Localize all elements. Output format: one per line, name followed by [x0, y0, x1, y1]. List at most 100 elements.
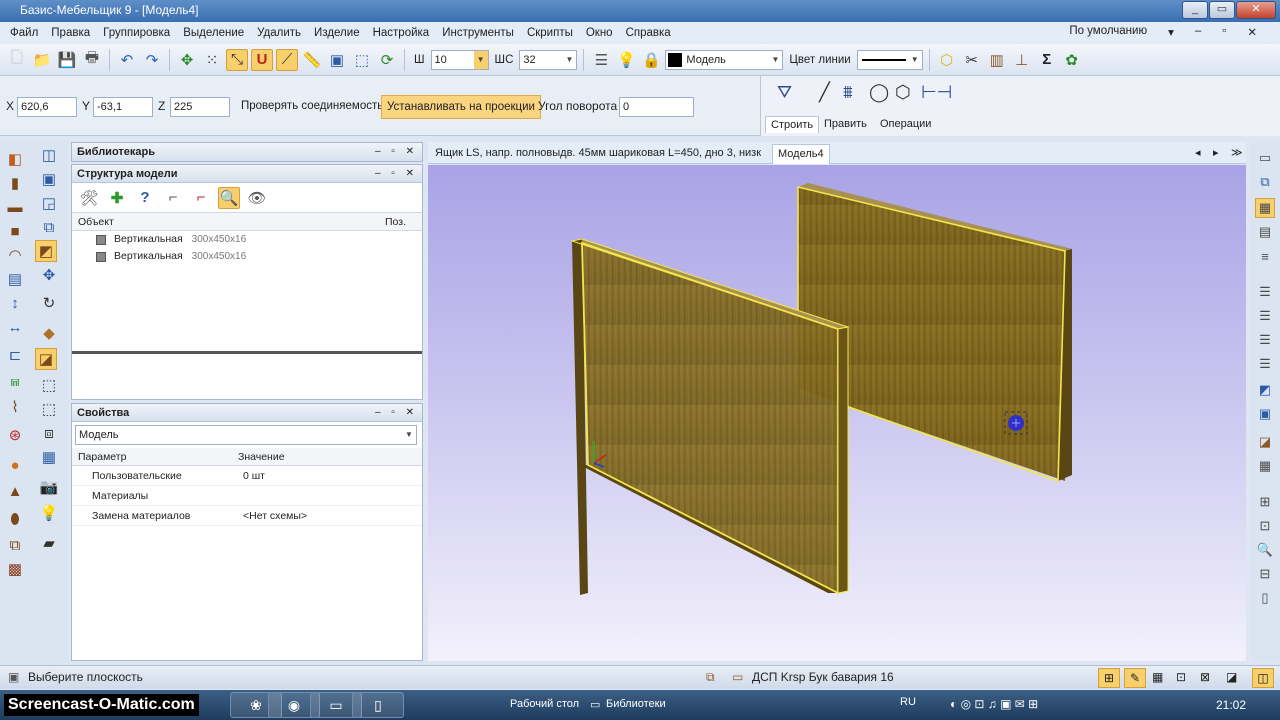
horizontal-panel-icon[interactable]: ▬	[4, 196, 26, 218]
layer-stack-icon[interactable]: ☰	[1255, 282, 1275, 302]
layer-stack3-icon[interactable]: ☰	[1255, 330, 1275, 350]
tree-row[interactable]: Вертикальная 300x450x16	[72, 231, 422, 248]
layer-combo[interactable]: Модель ▼	[665, 49, 784, 70]
cube-icon[interactable]: ▣	[38, 168, 60, 190]
cut-panel-icon[interactable]: ◩	[35, 240, 57, 262]
menu-group[interactable]: Группировка	[103, 27, 170, 39]
splitter[interactable]	[72, 351, 422, 354]
tab-scroll-left-icon[interactable]: ◂	[1190, 144, 1206, 164]
horizontal-dim-icon[interactable]: ↔	[4, 316, 26, 338]
profile-icon[interactable]: ▤	[4, 268, 26, 290]
section-icon[interactable]: ⧈	[38, 422, 60, 444]
stack-icon[interactable]: ⧉	[4, 534, 26, 556]
property-row[interactable]: Замена материалов <Нет схемы>	[72, 506, 422, 526]
layer-stack2-icon[interactable]: ☰	[1255, 306, 1275, 326]
plane-icon[interactable]: ⛛	[777, 82, 792, 103]
open-folder-icon[interactable]: 📁	[31, 49, 53, 71]
properties-window-controls[interactable]: – ▫ ✕	[375, 404, 418, 422]
fastener-icon[interactable]: ⊛	[4, 424, 26, 446]
angle-input[interactable]: 0	[619, 97, 694, 117]
edit-mode-icon[interactable]: ✎	[1124, 668, 1146, 688]
snap-points-icon[interactable]: ✥	[176, 49, 198, 71]
section-view-icon[interactable]: ≡	[1255, 246, 1275, 266]
maximize-button[interactable]: ▭	[1209, 1, 1235, 19]
wire-icon[interactable]: ▣	[1255, 404, 1275, 424]
grid-view-icon[interactable]: ▦	[1255, 456, 1275, 476]
page-icon[interactable]: ▯	[1255, 588, 1275, 608]
layout-close-button[interactable]: ✕	[1247, 25, 1257, 39]
taskbar-libraries[interactable]: Библиотеки	[606, 698, 666, 710]
layout-minimize-button[interactable]: –	[1195, 25, 1201, 39]
chevron-down-icon[interactable]: ▼	[473, 50, 488, 69]
undo-icon[interactable]: ↶	[116, 49, 138, 71]
wire-cube-icon[interactable]: ⬚	[38, 374, 60, 396]
line-style-combo[interactable]: ▼	[856, 49, 923, 70]
menu-settings[interactable]: Настройка	[373, 27, 430, 39]
plugins-icon[interactable]: ✿	[1061, 49, 1083, 71]
back-panel-icon[interactable]: ■	[4, 220, 26, 242]
print-icon[interactable]: 🖶	[81, 49, 103, 71]
y-input[interactable]: -63,1	[93, 97, 153, 117]
view-front-icon[interactable]: ▭	[1255, 148, 1275, 168]
box-tool-icon[interactable]: ◫	[38, 144, 60, 166]
group-icon[interactable]: ▰	[38, 532, 60, 554]
sigma-icon[interactable]: Σ	[1036, 49, 1058, 71]
layout-preset-caret-icon[interactable]: ▾	[1168, 25, 1174, 39]
taskbar-lang[interactable]: RU	[900, 696, 916, 708]
layout-restore-button[interactable]: ▫	[1222, 25, 1226, 39]
view-iso-icon[interactable]: ⧉	[1255, 172, 1275, 192]
render-mode-icon[interactable]: ◫	[1252, 668, 1274, 688]
handle-icon[interactable]: ⌇	[4, 396, 26, 418]
3d-viewport[interactable]	[428, 165, 1246, 661]
z-input[interactable]: 225	[170, 97, 230, 117]
zoom-all-icon[interactable]: ⊡	[1255, 516, 1275, 536]
magnet-icon[interactable]: U	[251, 48, 273, 71]
minimize-button[interactable]: _	[1182, 1, 1208, 19]
layer-stack4-icon[interactable]: ☰	[1255, 354, 1275, 374]
sphere-icon[interactable]: ●	[4, 454, 26, 476]
check-connect-button[interactable]: Проверять соединяемость	[236, 95, 388, 119]
scissors-icon[interactable]: ✂	[961, 49, 983, 71]
tab-scroll-right-icon[interactable]: ▸	[1208, 144, 1224, 164]
property-row[interactable]: Материалы	[72, 486, 422, 506]
snap-angle-icon[interactable]: ⟋	[276, 48, 298, 71]
redo-icon[interactable]: ↷	[141, 49, 163, 71]
hatch-icon[interactable]: ▤	[1255, 222, 1275, 242]
wire-box-icon[interactable]: ⬚	[38, 398, 60, 420]
taskbar-folder-icon[interactable]: ▭	[590, 698, 600, 711]
taskbar-clock[interactable]: 21:02	[1216, 698, 1246, 712]
layout-preset-select[interactable]: По умолчанию	[1069, 25, 1147, 39]
line-tool-icon[interactable]: ╱	[819, 82, 830, 103]
select-mode-icon[interactable]: ⊡	[1176, 666, 1186, 689]
dimension-tool-icon[interactable]: ⊢⊣	[921, 82, 952, 103]
tree-row[interactable]: Вертикальная 300x450x16	[72, 248, 422, 265]
move-icon[interactable]: ✥	[38, 264, 60, 286]
refresh-icon[interactable]: ⟳	[376, 49, 398, 71]
texture-icon[interactable]: ◆	[38, 322, 60, 344]
cabinet-icon[interactable]: ▥	[986, 49, 1008, 71]
step-combo[interactable]: 32 ▼	[519, 49, 578, 70]
close-button[interactable]: ✕	[1236, 1, 1276, 19]
add-icon[interactable]: ✚	[106, 187, 128, 209]
frame-icon[interactable]: ⧉	[38, 216, 60, 238]
table-layout-icon[interactable]: ▦	[38, 446, 60, 468]
menu-scripts[interactable]: Скрипты	[527, 27, 573, 39]
menu-help[interactable]: Справка	[626, 27, 671, 39]
menu-edit[interactable]: Правка	[51, 27, 90, 39]
facade-icon[interactable]: ⬮	[4, 508, 26, 530]
ribbon-tab-operations[interactable]: Операции	[875, 116, 936, 132]
snap-mode-icon[interactable]: ⊞	[1098, 668, 1120, 688]
tray-icons[interactable]: ◐ ◎ ⊡ ♫ ▣ ✉ ⊞	[950, 697, 1038, 711]
chevron-down-icon[interactable]: ▼	[768, 51, 782, 69]
light-bulb-icon[interactable]: 💡	[38, 502, 60, 524]
chevron-down-icon[interactable]: ▼	[402, 426, 416, 444]
circle-tool-icon[interactable]: ◯	[869, 82, 889, 103]
cone-icon[interactable]: ▲	[4, 480, 26, 502]
properties-object-select[interactable]: Модель ▼	[75, 425, 417, 445]
menu-select[interactable]: Выделение	[183, 27, 244, 39]
ribbon-tab-build[interactable]: Строить	[765, 116, 820, 133]
chevron-down-icon[interactable]: ▼	[562, 51, 576, 69]
box-mode-icon[interactable]: ◪	[1226, 666, 1237, 689]
material-library-icon[interactable]: ⧉	[706, 666, 715, 689]
librarian-window-controls[interactable]: – ▫ ✕	[375, 143, 418, 161]
